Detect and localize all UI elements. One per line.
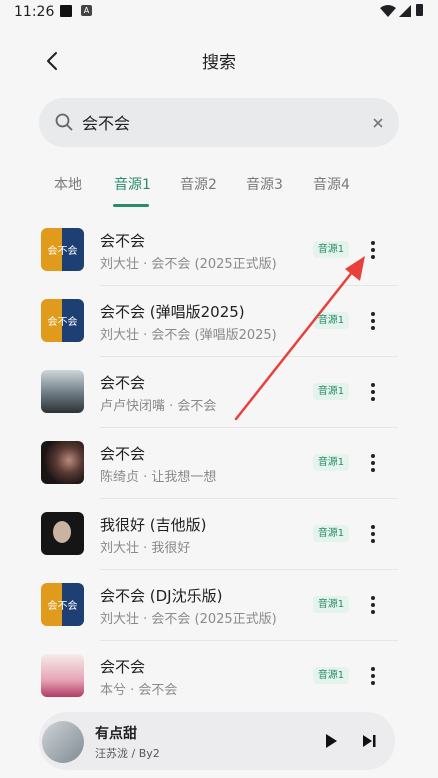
wifi-icon bbox=[380, 5, 396, 17]
song-row[interactable]: 会不会 会不会 (DJ沈乐版) 刘大壮 · 会不会 (2025正式版) 音源1 bbox=[0, 570, 438, 641]
song-subtitle: 本兮 · 会不会 bbox=[100, 683, 178, 698]
more-options-button[interactable] bbox=[362, 381, 384, 403]
song-row[interactable]: 会不会 本兮 · 会不会 音源1 bbox=[0, 641, 438, 712]
source-badge: 音源1 bbox=[313, 312, 349, 329]
song-title: 会不会 bbox=[100, 374, 146, 392]
more-vertical-icon bbox=[371, 596, 375, 614]
song-subtitle: 卢卢快闭嘴 · 会不会 bbox=[100, 399, 217, 414]
song-subtitle: 刘大壮 · 会不会 (2025正式版) bbox=[100, 257, 277, 272]
tab-source-3[interactable]: 音源3 bbox=[246, 174, 283, 194]
song-title: 我很好 (吉他版) bbox=[100, 516, 207, 534]
song-subtitle: 刘大壮 · 会不会 (2025正式版) bbox=[100, 612, 277, 627]
song-row[interactable]: 会不会 会不会 刘大壮 · 会不会 (2025正式版) 音源1 bbox=[0, 215, 438, 286]
now-playing-cover bbox=[42, 721, 84, 763]
play-button[interactable] bbox=[321, 731, 341, 751]
now-playing-artist: 汪苏泷 / By2 bbox=[95, 747, 160, 760]
search-icon bbox=[55, 113, 73, 131]
search-box[interactable] bbox=[39, 98, 399, 147]
song-subtitle: 刘大壮 · 我很好 bbox=[100, 541, 191, 556]
status-bar: 11:26 A bbox=[0, 0, 438, 26]
cover-text: 会不会 bbox=[47, 601, 78, 612]
source-tabs: 本地 音源1 音源2 音源3 音源4 bbox=[0, 168, 438, 208]
app-notification-icon: A bbox=[81, 5, 92, 16]
album-cover bbox=[41, 370, 84, 413]
album-cover bbox=[41, 654, 84, 697]
song-subtitle: 陈绮贞 · 让我想一想 bbox=[100, 470, 217, 485]
page-title: 搜索 bbox=[202, 53, 236, 73]
more-options-button[interactable] bbox=[362, 665, 384, 687]
song-row[interactable]: 会不会 会不会 (弹唱版2025) 刘大壮 · 会不会 (弹唱版2025) 音源… bbox=[0, 286, 438, 357]
tab-source-4[interactable]: 音源4 bbox=[313, 174, 350, 194]
mini-player[interactable]: 有点甜 汪苏泷 / By2 bbox=[39, 712, 395, 770]
more-vertical-icon bbox=[371, 667, 375, 685]
more-options-button[interactable] bbox=[362, 239, 384, 261]
battery-icon bbox=[416, 4, 423, 16]
now-playing-title: 有点甜 bbox=[95, 726, 137, 742]
cover-text: 会不会 bbox=[47, 317, 78, 328]
source-badge: 音源1 bbox=[313, 383, 349, 400]
song-row[interactable]: 我很好 (吉他版) 刘大壮 · 我很好 音源1 bbox=[0, 499, 438, 570]
next-button[interactable] bbox=[359, 731, 379, 751]
tab-source-1[interactable]: 音源1 bbox=[114, 174, 151, 194]
album-cover: 会不会 bbox=[41, 228, 84, 271]
skip-next-icon bbox=[363, 735, 376, 747]
more-options-button[interactable] bbox=[362, 310, 384, 332]
more-vertical-icon bbox=[371, 525, 375, 543]
more-vertical-icon bbox=[371, 383, 375, 401]
song-row[interactable]: 会不会 卢卢快闭嘴 · 会不会 音源1 bbox=[0, 357, 438, 428]
tab-local[interactable]: 本地 bbox=[54, 174, 82, 194]
album-cover: 会不会 bbox=[41, 583, 84, 626]
more-vertical-icon bbox=[371, 241, 375, 259]
album-cover bbox=[41, 512, 84, 555]
more-options-button[interactable] bbox=[362, 523, 384, 545]
active-tab-indicator bbox=[113, 204, 149, 207]
tab-source-2[interactable]: 音源2 bbox=[180, 174, 217, 194]
signal-icon bbox=[399, 5, 411, 17]
album-cover: 会不会 bbox=[41, 299, 84, 342]
more-options-button[interactable] bbox=[362, 594, 384, 616]
source-badge: 音源1 bbox=[313, 596, 349, 613]
close-icon bbox=[373, 118, 383, 128]
song-title: 会不会 bbox=[100, 445, 146, 463]
source-badge: 音源1 bbox=[313, 241, 349, 258]
song-row[interactable]: 会不会 陈绮贞 · 让我想一想 音源1 bbox=[0, 428, 438, 499]
header: 搜索 bbox=[0, 34, 438, 88]
more-vertical-icon bbox=[371, 454, 375, 472]
source-badge: 音源1 bbox=[313, 667, 349, 684]
search-input[interactable] bbox=[82, 110, 352, 134]
cover-text: 会不会 bbox=[47, 246, 78, 257]
song-title: 会不会 bbox=[100, 232, 146, 250]
song-title: 会不会 bbox=[100, 658, 146, 676]
album-cover bbox=[41, 441, 84, 484]
source-badge: 音源1 bbox=[313, 525, 349, 542]
status-time: 11:26 bbox=[14, 4, 55, 20]
more-vertical-icon bbox=[371, 312, 375, 330]
notification-icon bbox=[60, 5, 72, 17]
song-title: 会不会 (DJ沈乐版) bbox=[100, 587, 223, 605]
song-subtitle: 刘大壮 · 会不会 (弹唱版2025) bbox=[100, 328, 277, 343]
more-options-button[interactable] bbox=[362, 452, 384, 474]
song-title: 会不会 (弹唱版2025) bbox=[100, 303, 245, 321]
play-icon bbox=[326, 734, 337, 748]
clear-button[interactable] bbox=[369, 114, 387, 132]
source-badge: 音源1 bbox=[313, 454, 349, 471]
